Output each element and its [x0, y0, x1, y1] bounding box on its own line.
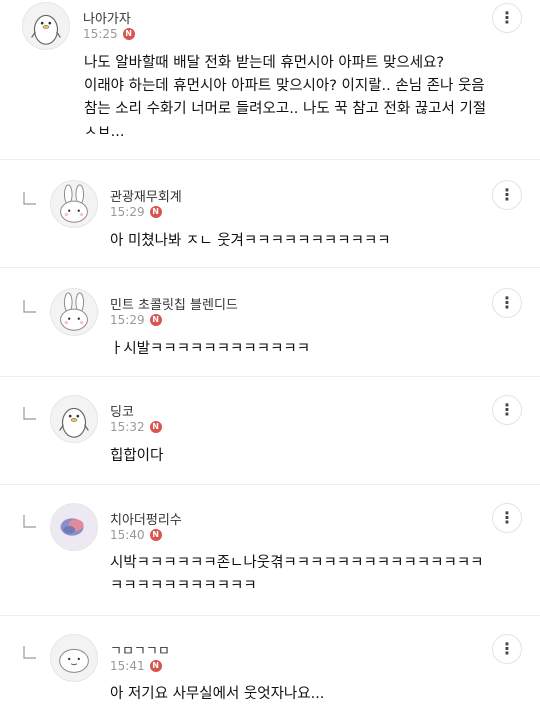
- new-badge: N: [149, 660, 162, 672]
- photo-icon: [51, 504, 97, 550]
- comment: 나아가자 15:25 N ⋮ 나도 알바할때 배달 전화 받는데 휴먼시아 아파…: [0, 0, 540, 160]
- comment-text: 아 저기요 사무실에서 웃엇자나요...: [110, 686, 325, 702]
- penguin-icon: [59, 407, 89, 438]
- rabbit-icon: [60, 184, 88, 223]
- rabbit-icon: [60, 292, 88, 331]
- avatar[interactable]: [50, 288, 98, 336]
- penguin-icon: [31, 14, 61, 45]
- new-badge: N: [149, 529, 162, 541]
- new-badge: N: [149, 206, 162, 218]
- comment-text: 힙합이다: [110, 448, 164, 464]
- comment-text: 아 미쳤나봐 ㅈㄴ 웃겨ㅋㅋㅋㅋㅋㅋㅋㅋㅋㅋㅋ: [110, 233, 391, 249]
- new-badge: N: [149, 314, 162, 326]
- more-vertical-icon: ⋮: [499, 639, 515, 658]
- avatar[interactable]: [22, 2, 70, 50]
- comment-meta: 15:40 N: [110, 528, 162, 542]
- reply-comment: 치아더펑리수 15:40 N ⋮ 시박ㅋㅋㅋㅋㅋㅋ존ㄴ나웃겪ㅋㅋㅋㅋㅋㅋㅋㅋㅋㅋ…: [0, 485, 540, 616]
- reply-arrow-icon: [23, 515, 36, 528]
- comment-meta: 15:41 N: [110, 659, 162, 673]
- more-vertical-icon: ⋮: [499, 400, 515, 419]
- more-vertical-icon: ⋮: [499, 8, 515, 27]
- more-options-button[interactable]: ⋮: [492, 288, 522, 318]
- comment-meta: 15:32 N: [110, 420, 162, 434]
- comment-meta: 15:29 N: [110, 313, 162, 327]
- avatar[interactable]: [50, 395, 98, 443]
- avatar[interactable]: [50, 180, 98, 228]
- more-vertical-icon: ⋮: [499, 293, 515, 312]
- reply-comment: ㄱㅁㄱㄱㅁ 15:41 N ⋮ 아 저기요 사무실에서 웃엇자나요...: [0, 616, 540, 709]
- comment-text: 시박ㅋㅋㅋㅋㅋㅋ존ㄴ나웃겪ㅋㅋㅋㅋㅋㅋㅋㅋㅋㅋㅋㅋㅋㅋㅋ ㅋㅋㅋㅋㅋㅋㅋㅋㅋㅋㅋ: [110, 555, 484, 594]
- more-vertical-icon: ⋮: [499, 508, 515, 527]
- comment-text: 나도 알바할때 배달 전화 받는데 휴먼시아 아파트 맞으세요? 이래야 하는데…: [84, 55, 487, 140]
- more-options-button[interactable]: ⋮: [492, 395, 522, 425]
- comment-text: ㅏ시발ㅋㅋㅋㅋㅋㅋㅋㅋㅋㅋㅋㅋ: [110, 341, 311, 357]
- avatar[interactable]: [50, 634, 98, 682]
- reply-comment: 민트 초콜릿칩 블렌디드 15:29 N ⋮ ㅏ시발ㅋㅋㅋㅋㅋㅋㅋㅋㅋㅋㅋㅋ: [0, 268, 540, 377]
- reply-arrow-icon: [23, 300, 36, 313]
- more-vertical-icon: ⋮: [499, 185, 515, 204]
- author-name[interactable]: 치아더펑리수: [110, 509, 182, 528]
- author-name[interactable]: ㄱㅁㄱㄱㅁ: [110, 640, 170, 659]
- author-name[interactable]: 나아가자: [83, 8, 131, 27]
- comment-meta: 15:25 N: [83, 27, 135, 41]
- author-name[interactable]: 딩코: [110, 401, 134, 420]
- timestamp: 15:25: [83, 27, 118, 41]
- timestamp: 15:41: [110, 659, 145, 673]
- author-name[interactable]: 민트 초콜릿칩 블렌디드: [110, 294, 238, 313]
- more-options-button[interactable]: ⋮: [492, 634, 522, 664]
- more-options-button[interactable]: ⋮: [492, 3, 522, 33]
- author-name[interactable]: 관광재무회계: [110, 186, 182, 205]
- comment-meta: 15:29 N: [110, 205, 162, 219]
- reply-comment: 딩코 15:32 N ⋮ 힙합이다: [0, 377, 540, 485]
- reply-arrow-icon: [23, 646, 36, 659]
- reply-comment: 관광재무회계 15:29 N ⋮ 아 미쳤나봐 ㅈㄴ 웃겨ㅋㅋㅋㅋㅋㅋㅋㅋㅋㅋㅋ: [0, 160, 540, 268]
- blob-icon: [59, 648, 89, 673]
- new-badge: N: [149, 421, 162, 433]
- new-badge: N: [122, 28, 135, 40]
- more-options-button[interactable]: ⋮: [492, 503, 522, 533]
- more-options-button[interactable]: ⋮: [492, 180, 522, 210]
- reply-arrow-icon: [23, 192, 36, 205]
- timestamp: 15:29: [110, 205, 145, 219]
- avatar[interactable]: [50, 503, 98, 551]
- timestamp: 15:29: [110, 313, 145, 327]
- timestamp: 15:40: [110, 528, 145, 542]
- reply-arrow-icon: [23, 407, 36, 420]
- timestamp: 15:32: [110, 420, 145, 434]
